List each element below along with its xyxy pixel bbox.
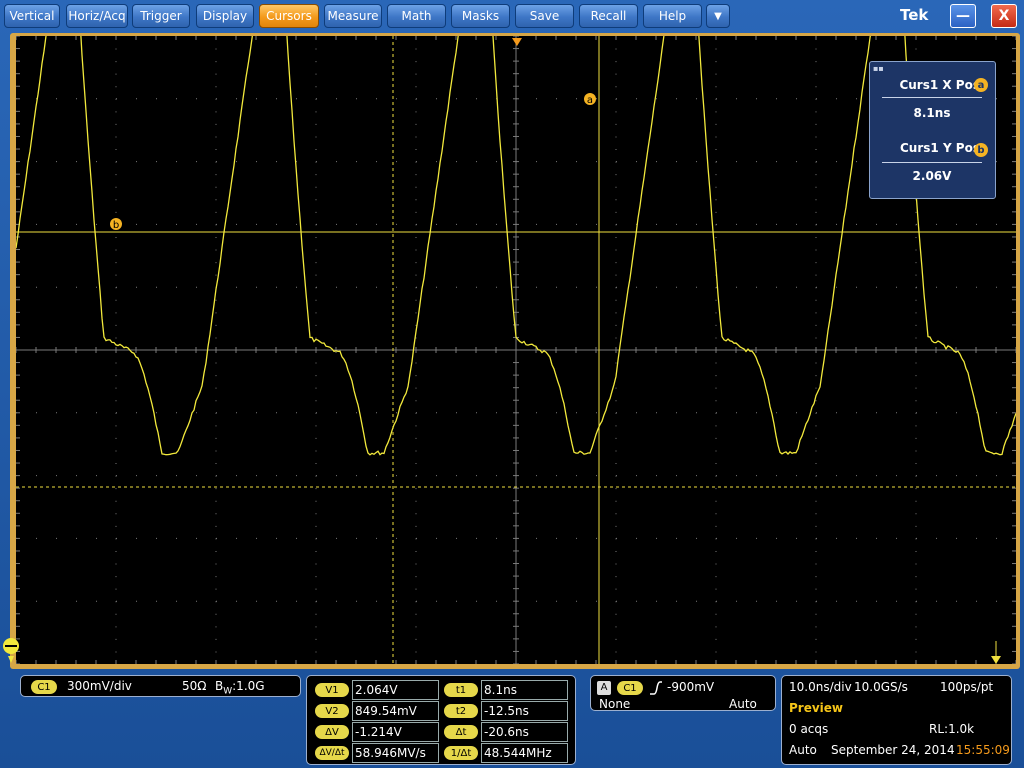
readout-separator [882, 97, 982, 98]
graticule-grid [16, 36, 1016, 664]
delta-t-label: Δt [444, 725, 478, 739]
curs1-x-value[interactable]: 8.1ns [882, 106, 982, 120]
dv-dt-value: 58.946MV/s [352, 743, 439, 763]
record-length: RL:1.0k [929, 722, 975, 736]
menu-masks-button[interactable]: Masks [451, 4, 510, 28]
delta-v-label: ΔV [315, 725, 349, 739]
curs1-y-value[interactable]: 2.06V [882, 169, 982, 183]
bw-value: :1.0G [232, 679, 265, 693]
delta-t-value: -20.6ns [481, 722, 568, 742]
dv-dt-label: ΔV/Δt [315, 746, 349, 760]
trigger-type-badge: A [597, 681, 611, 695]
curs1-y-label: Curs1 Y Pos [900, 141, 980, 155]
delta-v-value: -1.214V [352, 722, 439, 742]
channel-1-scale: 300mV/div [67, 679, 132, 693]
oscilloscope-app: Vertical Horiz/Acq Trigger Display Curso… [0, 0, 1024, 768]
menu-save-button[interactable]: Save [515, 4, 574, 28]
bw-b-glyph: B [215, 679, 224, 693]
drag-handle-icon[interactable]: ▪▪ [873, 64, 884, 73]
cursor-a-marker-label: a [587, 95, 593, 106]
menu-horiz-acq-button[interactable]: Horiz/Acq [66, 4, 128, 28]
menu-cursors-button[interactable]: Cursors [259, 4, 319, 28]
curs1-x-label: Curs1 X Pos [899, 78, 980, 92]
inverse-dt-value: 48.544MHz [481, 743, 568, 763]
v2-value: 849.54mV [352, 701, 439, 721]
cursor-b-badge: b [974, 143, 988, 157]
trigger-panel[interactable]: A C1 -900mV None Auto [590, 675, 776, 711]
acquisition-time: 15:55:09 [956, 743, 1010, 757]
close-button[interactable]: X [991, 4, 1017, 28]
menu-display-button[interactable]: Display [196, 4, 254, 28]
readout-separator [882, 162, 982, 163]
channel-1-impedance: 50Ω [182, 679, 207, 693]
menu-dropdown-button[interactable]: ▼ [706, 4, 730, 28]
minimize-button[interactable]: — [950, 4, 976, 28]
t2-value: -12.5ns [481, 701, 568, 721]
cursor-b-marker-label: b [113, 220, 119, 231]
channel-1-panel[interactable]: C1 300mV/div 50Ω BW:1.0G [20, 675, 301, 697]
sample-rate: 10.0GS/s [854, 680, 908, 694]
acquisition-panel[interactable]: 10.0ns/div 10.0GS/s 100ps/pt Preview 0 a… [781, 675, 1012, 765]
menu-math-button[interactable]: Math [387, 4, 446, 28]
inverse-dt-label: 1/Δt [444, 746, 478, 760]
menu-trigger-button[interactable]: Trigger [132, 4, 190, 28]
acquisition-state: Preview [789, 701, 844, 715]
trigger-coupling: None [599, 697, 631, 711]
time-resolution: 100ps/pt [940, 680, 994, 694]
trigger-level-marker[interactable] [991, 656, 1001, 664]
menu-vertical-button[interactable]: Vertical [4, 4, 60, 28]
waveform-svg: a b [16, 36, 1016, 664]
acquisition-mode: Auto [789, 743, 817, 757]
trigger-source-badge: C1 [617, 681, 643, 695]
channel-1-badge: C1 [31, 680, 57, 694]
v2-label: V2 [315, 704, 349, 718]
cursor-a-badge: a [974, 78, 988, 92]
channel-1-bandwidth: BW:1.0G [215, 679, 265, 696]
menu-bar: Vertical Horiz/Acq Trigger Display Curso… [0, 0, 1024, 32]
waveform-display[interactable]: a b [16, 36, 1016, 664]
bw-w-glyph: W [223, 686, 233, 697]
trigger-mode: Auto [729, 697, 757, 711]
menu-measure-button[interactable]: Measure [324, 4, 382, 28]
menu-recall-button[interactable]: Recall [579, 4, 638, 28]
trigger-position-marker[interactable] [512, 38, 522, 46]
brand-logo: Tek [900, 6, 929, 24]
menu-help-button[interactable]: Help [643, 4, 702, 28]
t1-value: 8.1ns [481, 680, 568, 700]
cursor-values-panel[interactable]: V1 2.064V V2 849.54mV ΔV -1.214V ΔV/Δt 5… [306, 675, 576, 765]
channel-1-ground-marker[interactable] [2, 636, 22, 666]
trigger-level: -900mV [667, 680, 715, 694]
v1-label: V1 [315, 683, 349, 697]
t2-label: t2 [444, 704, 478, 718]
acquisition-date: September 24, 2014 [831, 743, 955, 757]
timebase: 10.0ns/div [789, 680, 852, 694]
rising-edge-icon [650, 681, 662, 695]
cursor-readout-panel[interactable]: ▪▪ Curs1 X Pos a 8.1ns Curs1 Y Pos b 2.0… [869, 61, 996, 199]
acquisition-count: 0 acqs [789, 722, 829, 736]
t1-label: t1 [444, 683, 478, 697]
v1-value: 2.064V [352, 680, 439, 700]
